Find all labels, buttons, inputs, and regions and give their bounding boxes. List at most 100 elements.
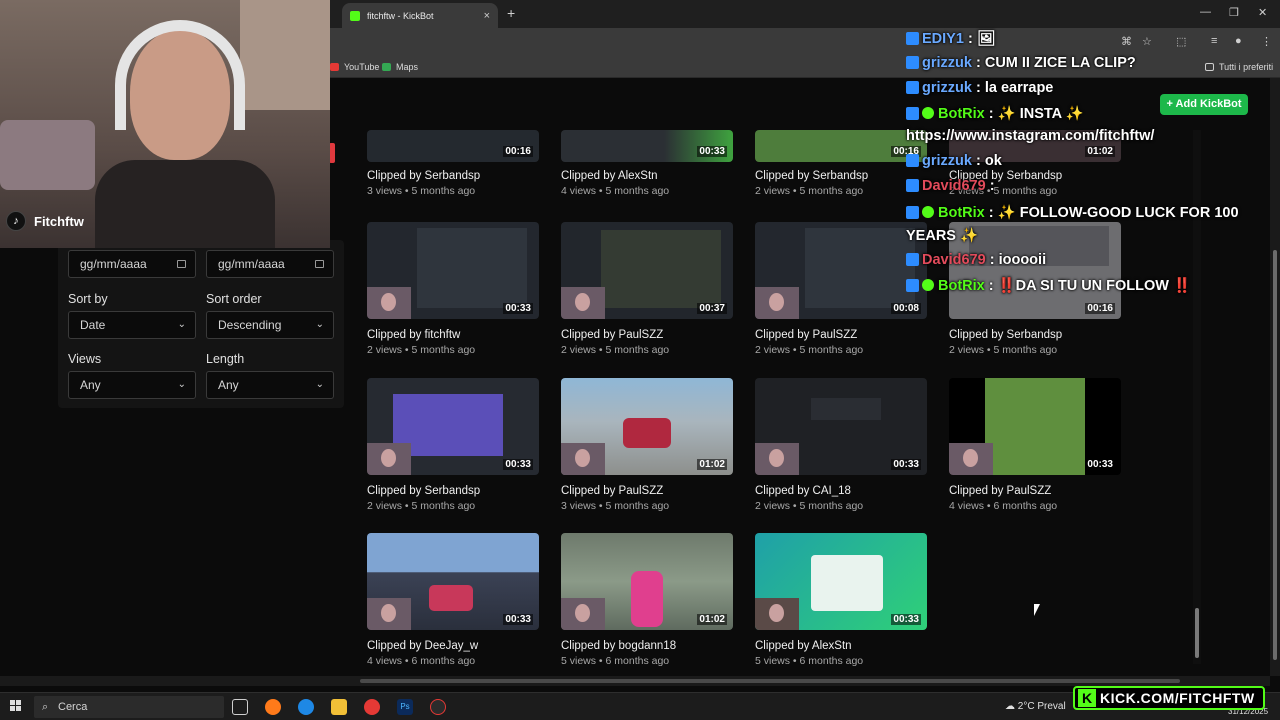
sort-by-select[interactable]: Date ⌄ [68, 311, 196, 339]
clip-meta: 2 views • 5 months ago [561, 344, 670, 356]
clip-author: Clipped by bogdann18 [561, 640, 677, 652]
calendar-icon[interactable] [315, 260, 324, 268]
bookmark-youtube[interactable]: YouTube [330, 62, 379, 72]
clip-author: Clipped by AlexStn [755, 640, 852, 652]
clip-card[interactable]: 00:33 Clipped by AlexStn 5 views • 6 mon… [755, 533, 928, 667]
clip-thumbnail[interactable]: 00:33 [367, 533, 539, 630]
chat-line: BotRix : ✨ INSTA ✨ [906, 105, 1084, 122]
streamer-cam [561, 287, 605, 319]
clip-meta: 3 views • 5 months ago [367, 185, 476, 197]
clip-thumbnail[interactable]: 00:08 [755, 222, 927, 319]
clip-thumbnail[interactable]: 00:33 [755, 378, 927, 475]
bookmark-maps[interactable]: Maps [382, 62, 418, 72]
obs-icon[interactable] [430, 699, 446, 715]
streamer [95, 20, 275, 248]
chat-line: BotRix : ✨ FOLLOW-GOOD LUCK FOR 100 [906, 204, 1239, 221]
clip-author: Clipped by Serbandsp [755, 170, 869, 182]
clip-thumbnail[interactable]: 00:33 [367, 222, 539, 319]
streamer-webcam: ♪ Fitchftw [0, 0, 330, 248]
firefox-icon[interactable] [265, 699, 281, 715]
tiktok-icon: ♪ [6, 211, 26, 231]
clip-meta: 3 views • 5 months ago [561, 500, 670, 512]
streamer-cam [561, 598, 605, 630]
chat-line: EDIY1 : 🖼 [906, 30, 995, 47]
chat-line: David679 : [906, 178, 995, 194]
clip-author: Clipped by fitchftw [367, 329, 461, 341]
close-tab-icon[interactable]: × [484, 10, 490, 22]
chat-line: grizzuk : ok [906, 153, 1002, 169]
close-window-button[interactable]: ✕ [1258, 6, 1267, 19]
menu-kebab-icon[interactable]: ⋮ [1261, 35, 1272, 48]
scrollbar-thumb[interactable] [360, 679, 1180, 683]
kick-channel-banner: K KICK.COM/FITCHFTW [1073, 686, 1265, 710]
length-label: Length [206, 352, 245, 366]
clip-meta: 2 views • 5 months ago [755, 500, 864, 512]
clip-thumbnail[interactable]: 00:16 [367, 130, 539, 162]
file-explorer-icon[interactable] [331, 699, 347, 715]
weather-icon: ☁ [1005, 701, 1018, 712]
page-horizontal-scrollbar[interactable] [0, 676, 1270, 686]
clip-thumbnail[interactable]: 01:02 [561, 533, 733, 630]
date-from-field[interactable]: gg/mm/aaaa [68, 250, 196, 278]
calendar-icon[interactable] [177, 260, 186, 268]
scrollbar-thumb[interactable] [1195, 608, 1199, 658]
windows-start-icon[interactable] [10, 700, 22, 712]
chat-line: https://www.instagram.com/fitchftw/ [906, 128, 1155, 144]
chat-line: YEARS ✨ [906, 228, 979, 244]
clip-meta: 2 views • 5 months ago [367, 500, 476, 512]
chevron-down-icon: ⌄ [177, 319, 186, 330]
chevron-down-icon: ⌄ [315, 319, 324, 330]
views-select[interactable]: Any ⌄ [68, 371, 196, 399]
clip-card[interactable]: 00:33 Clipped by Serbandsp 2 views • 5 m… [367, 378, 540, 512]
clip-card[interactable]: 00:37 Clipped by PaulSZZ 2 views • 5 mon… [561, 222, 734, 356]
streamer-cam [755, 598, 799, 630]
chat-line: grizzuk : la earrape [906, 80, 1053, 96]
headphones [115, 20, 245, 130]
kick-logo-icon: K [1078, 689, 1096, 707]
taskbar-search[interactable]: ⌕ Cerca [34, 696, 224, 718]
chat-line: BotRix : ‼️DA SI TU UN FOLLOW ‼️ [906, 277, 1191, 294]
screen: ‹ fitchftw - KickBot × + — ❐ ✕ ⌘ ☆ ⬚ ≡ ●… [0, 0, 1280, 720]
browser-tab-kickbot[interactable]: fitchftw - KickBot × [342, 3, 498, 28]
clip-card[interactable]: 01:02 Clipped by bogdann18 5 views • 6 m… [561, 533, 734, 667]
clip-thumbnail[interactable]: 00:16 [755, 130, 927, 162]
clip-thumbnail[interactable]: 00:33 [367, 378, 539, 475]
clip-thumbnail[interactable]: 00:37 [561, 222, 733, 319]
clip-card[interactable]: 00:33 Clipped by CAI_18 2 views • 5 mont… [755, 378, 928, 512]
clip-card[interactable]: 00:08 Clipped by PaulSZZ 2 views • 5 mon… [755, 222, 928, 356]
clip-meta: 2 views • 5 months ago [367, 344, 476, 356]
date-to-field[interactable]: gg/mm/aaaa [206, 250, 334, 278]
clip-thumbnail[interactable]: 01:02 [561, 378, 733, 475]
clip-card[interactable]: 00:33 Clipped by PaulSZZ 4 views • 6 mon… [949, 378, 1122, 512]
page-vertical-scrollbar[interactable] [1270, 78, 1280, 676]
chrome-icon[interactable] [364, 699, 380, 715]
clip-author: Clipped by Serbandsp [949, 329, 1063, 341]
task-view-icon[interactable] [232, 699, 248, 715]
clip-thumbnail[interactable]: 00:33 [755, 533, 927, 630]
sort-order-select[interactable]: Descending ⌄ [206, 311, 334, 339]
stream-chat-overlay: EDIY1 : 🖼 grizzuk : CUM II ZICE LA CLIP?… [906, 0, 1239, 300]
photoshop-icon[interactable]: Ps [397, 699, 413, 715]
new-tab-button[interactable]: + [507, 5, 515, 21]
sort-order-label: Sort order [206, 292, 262, 306]
mouse-cursor [1034, 604, 1040, 616]
length-select[interactable]: Any ⌄ [206, 371, 334, 399]
streamer-cam [755, 287, 799, 319]
tiktok-handle: ♪ Fitchftw [6, 211, 84, 231]
clip-card[interactable]: 01:02 Clipped by PaulSZZ 3 views • 5 mon… [561, 378, 734, 512]
views-label: Views [68, 352, 102, 366]
clip-meta: 4 views • 6 months ago [367, 655, 476, 667]
clip-thumbnail[interactable]: 00:33 [949, 378, 1121, 475]
clip-card[interactable]: 00:33 Clipped by fitchftw 2 views • 5 mo… [367, 222, 540, 356]
clip-author: Clipped by PaulSZZ [561, 485, 664, 497]
clip-author: Clipped by PaulSZZ [561, 329, 664, 341]
clip-thumbnail[interactable]: 00:33 [561, 130, 733, 162]
clip-meta: 5 views • 6 months ago [755, 655, 864, 667]
clip-meta: 4 views • 5 months ago [561, 185, 670, 197]
clip-card[interactable]: 00:33 Clipped by DeeJay_w 4 views • 6 mo… [367, 533, 540, 667]
clip-author: Clipped by PaulSZZ [755, 329, 858, 341]
scrollbar-thumb[interactable] [1273, 250, 1277, 660]
tab-title: fitchftw - KickBot [367, 10, 434, 21]
edge-icon[interactable] [298, 699, 314, 715]
weather-widget[interactable]: ☁ 2°C Preval [1005, 701, 1066, 712]
